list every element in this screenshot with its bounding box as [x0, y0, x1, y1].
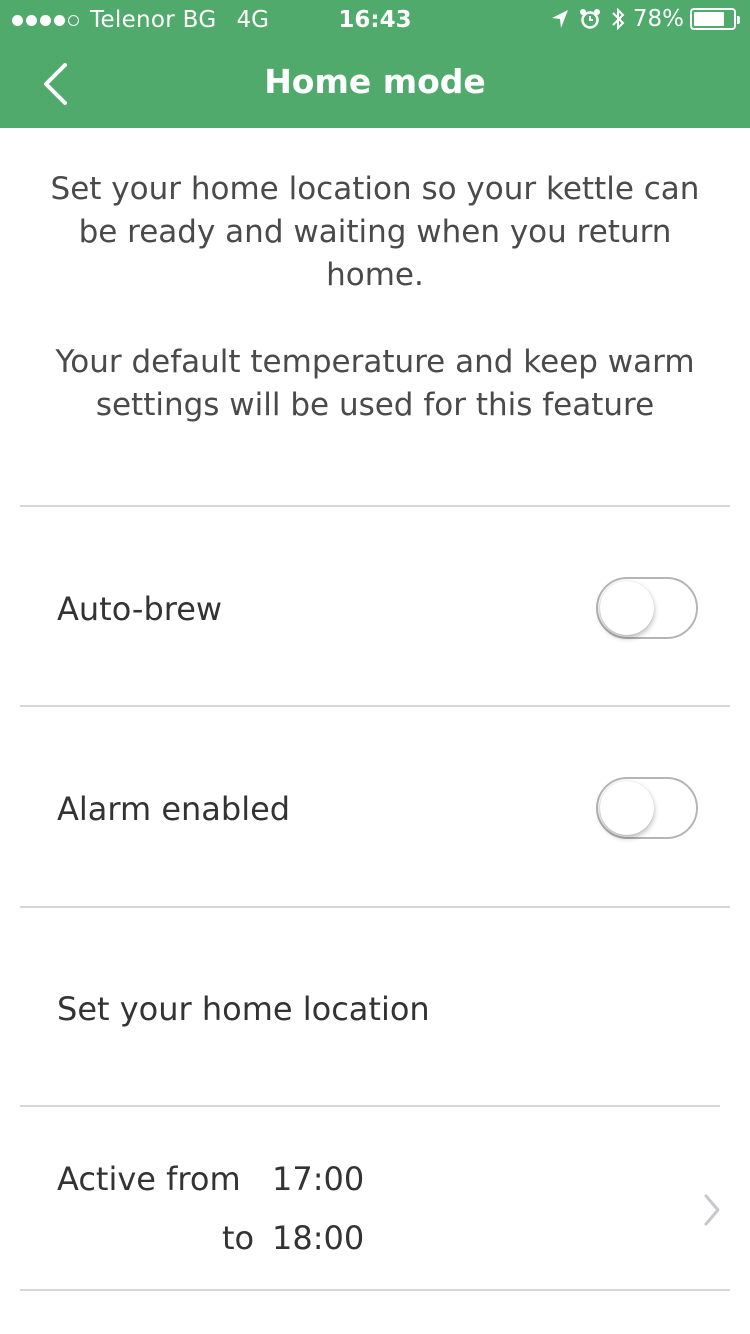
divider — [20, 705, 730, 707]
set-home-location-label: Set your home location — [57, 990, 430, 1028]
alarm-enabled-label: Alarm enabled — [57, 790, 291, 828]
active-period-row[interactable] — [20, 1108, 730, 1290]
chevron-right-icon[interactable] — [700, 1192, 724, 1228]
intro-paragraph-defaults: Your default temperature and keep warm s… — [55, 344, 695, 423]
bluetooth-icon — [611, 7, 625, 31]
location-arrow-icon — [551, 9, 569, 29]
active-to-label: to — [222, 1219, 255, 1257]
toggle-knob — [600, 581, 654, 635]
toggle-knob — [600, 781, 654, 835]
intro-paragraph-location: Set your home location so your kettle ca… — [50, 171, 700, 293]
battery-icon — [690, 8, 740, 30]
alarm-clock-icon — [579, 8, 601, 30]
alarm-enabled-toggle[interactable] — [596, 777, 698, 839]
auto-brew-toggle[interactable] — [596, 577, 698, 639]
divider — [20, 1105, 720, 1107]
divider — [20, 1289, 730, 1291]
active-to-time: 18:00 — [272, 1219, 365, 1257]
divider — [20, 505, 730, 507]
status-bar: Telenor BG 4G 16:43 78% — [0, 0, 750, 40]
battery-level — [694, 12, 724, 26]
auto-brew-label: Auto-brew — [57, 590, 223, 628]
status-right: 78% — [541, 6, 740, 32]
battery-percent: 78% — [632, 6, 684, 32]
page-title: Home mode — [264, 62, 486, 101]
active-from-label: Active from — [57, 1160, 241, 1198]
active-from-time: 17:00 — [272, 1160, 365, 1198]
battery-tip — [737, 16, 740, 24]
